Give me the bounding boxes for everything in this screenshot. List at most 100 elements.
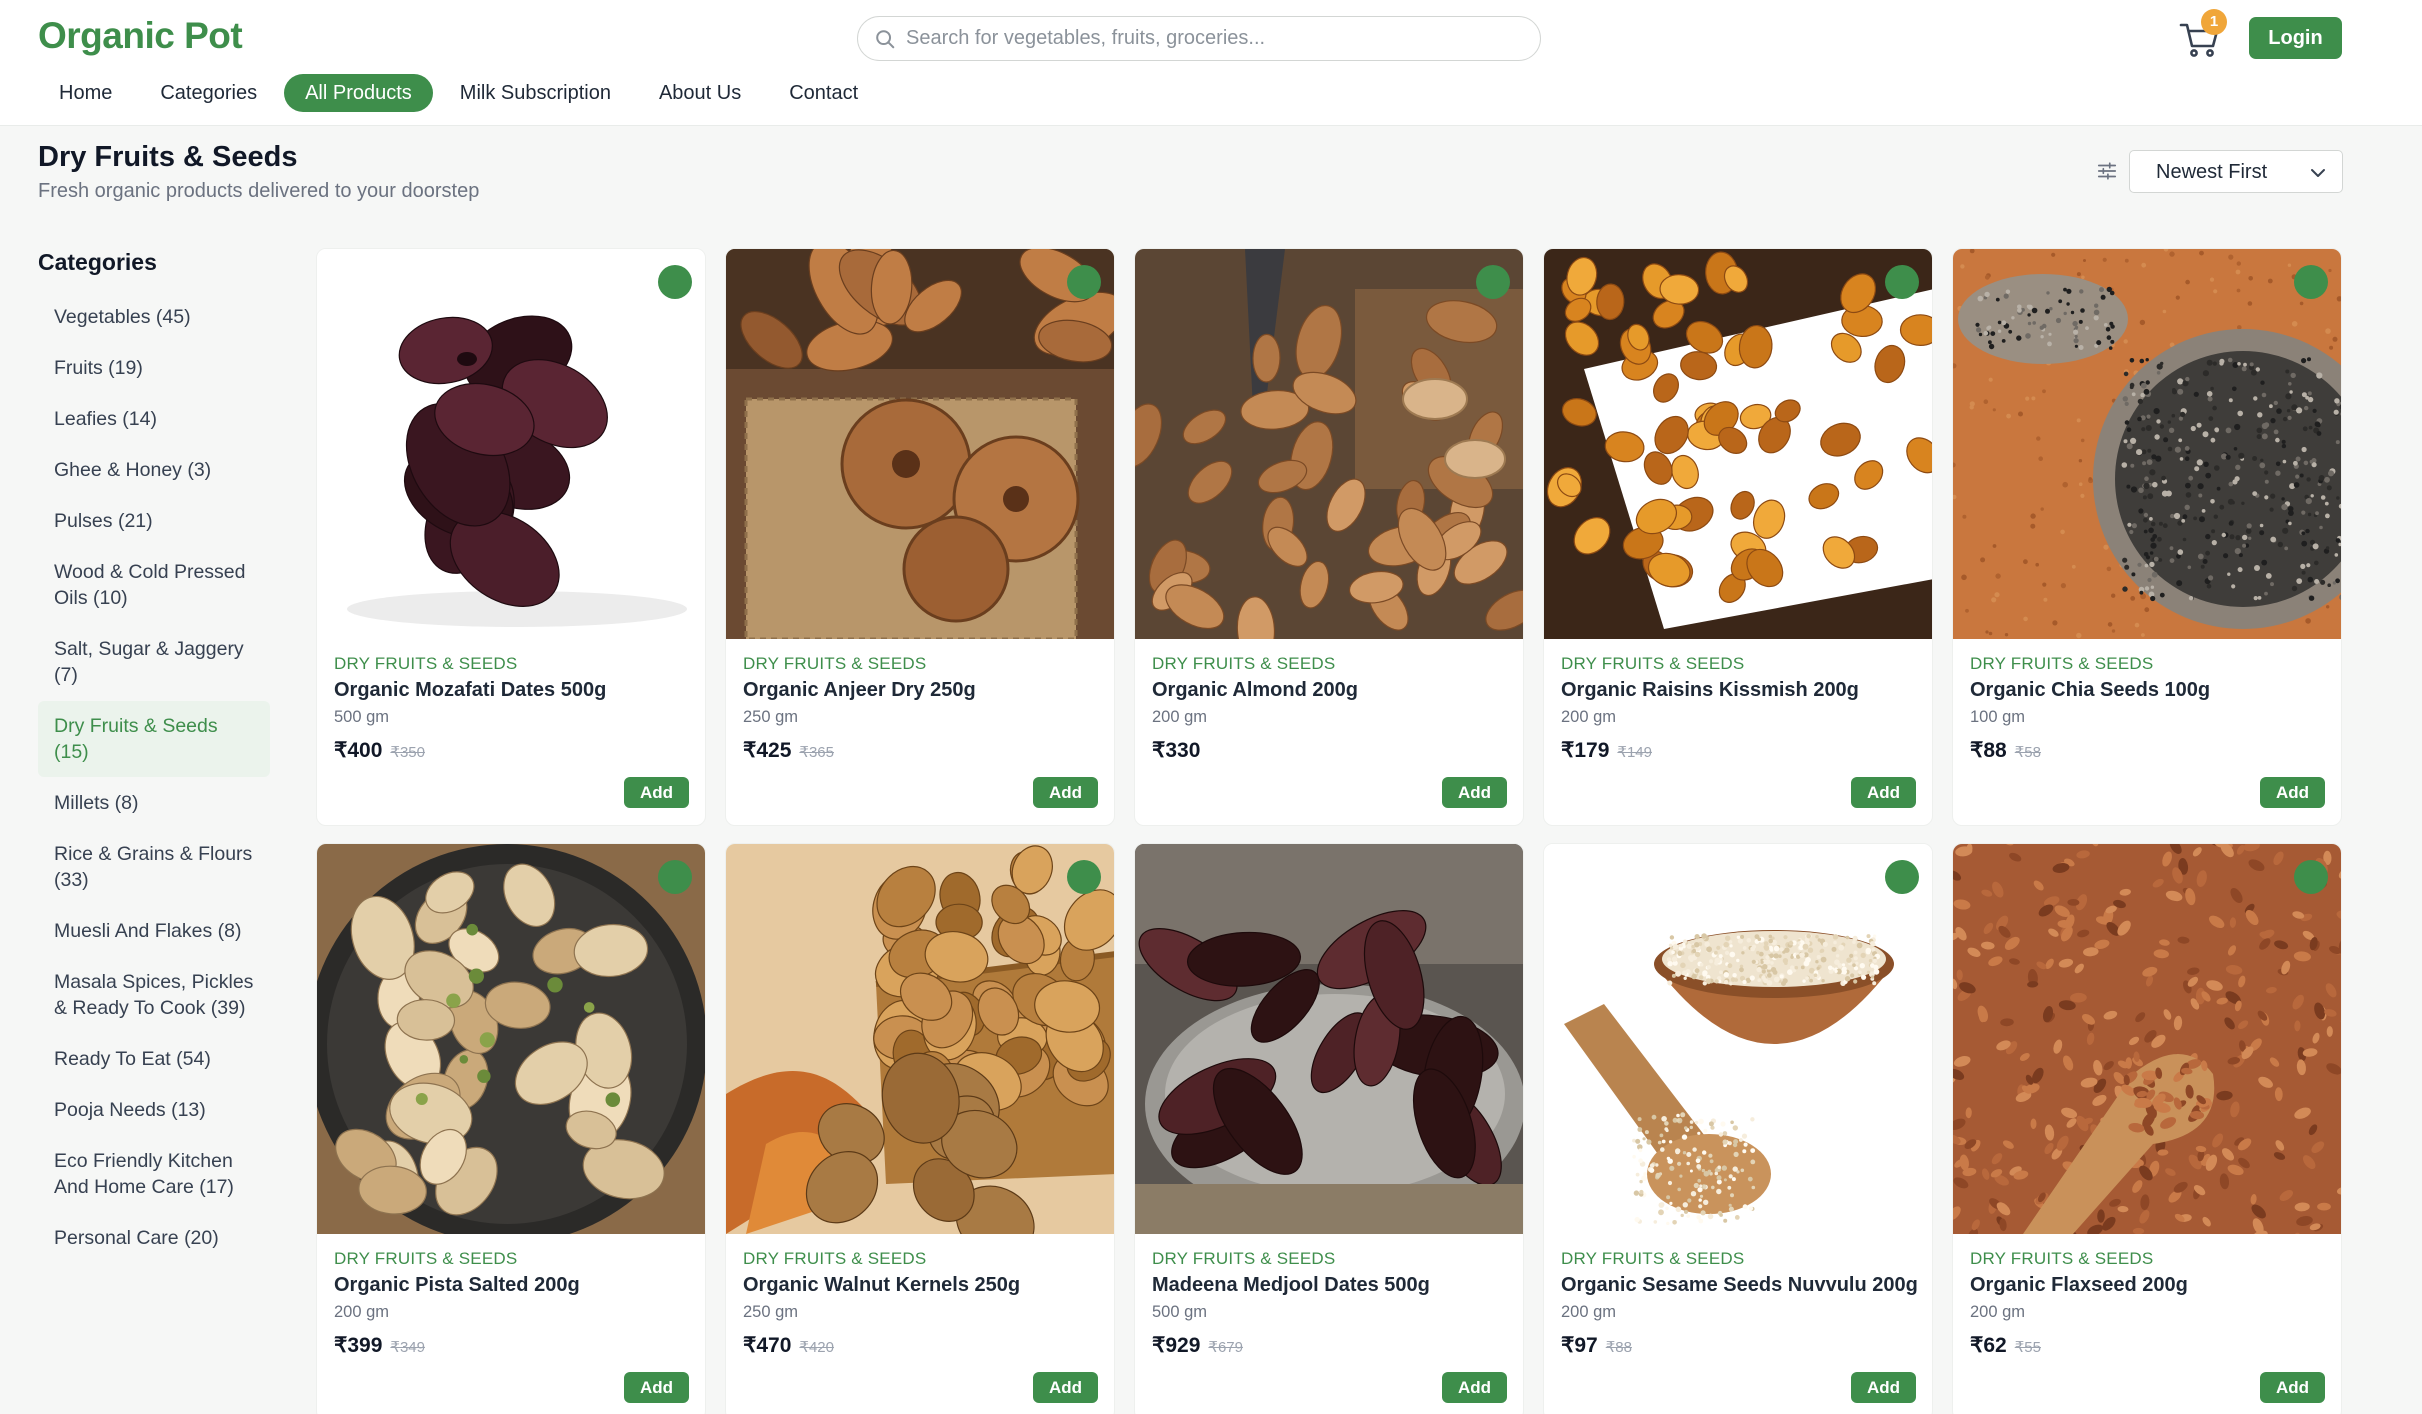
- product-name[interactable]: Organic Mozafati Dates 500g: [334, 679, 606, 702]
- organic-leaf-icon: [1885, 265, 1919, 299]
- sidebar-category-item[interactable]: Pooja Needs (13): [38, 1085, 270, 1135]
- brand-logo[interactable]: Organic Pot: [38, 15, 243, 57]
- add-to-cart-button[interactable]: Add: [1851, 1372, 1916, 1403]
- product-price: ₹470: [743, 1334, 792, 1357]
- product-image[interactable]: [726, 249, 1114, 639]
- sidebar-category-item[interactable]: Pulses (21): [38, 496, 270, 546]
- product-card[interactable]: DRY FRUITS & SEEDS Organic Almond 200g 2…: [1134, 248, 1524, 826]
- product-image[interactable]: [1544, 844, 1932, 1234]
- product-card[interactable]: DRY FRUITS & SEEDS Madeena Medjool Dates…: [1134, 843, 1524, 1414]
- product-image[interactable]: [1953, 844, 2341, 1234]
- nav-home[interactable]: Home: [38, 74, 133, 112]
- sidebar-category-item[interactable]: Muesli And Flakes (8): [38, 906, 270, 956]
- product-card[interactable]: DRY FRUITS & SEEDS Organic Chia Seeds 10…: [1952, 248, 2342, 826]
- product-image[interactable]: [726, 844, 1114, 1234]
- sidebar-category-item[interactable]: Fruits (19): [38, 343, 270, 393]
- sidebar-category-item[interactable]: Salt, Sugar & Jaggery (7): [38, 624, 270, 700]
- product-category: DRY FRUITS & SEEDS: [1561, 1249, 1745, 1268]
- sidebar-category-item[interactable]: Personal Care (20): [38, 1213, 270, 1263]
- sidebar-category-item[interactable]: Millets (8): [38, 778, 270, 828]
- filter-sliders-icon[interactable]: [2096, 160, 2118, 182]
- product-image[interactable]: [317, 844, 705, 1234]
- product-card[interactable]: DRY FRUITS & SEEDS Organic Flaxseed 200g…: [1952, 843, 2342, 1414]
- product-weight: 200 gm: [1561, 1303, 1617, 1321]
- product-card[interactable]: DRY FRUITS & SEEDS Organic Mozafati Date…: [316, 248, 706, 826]
- product-image[interactable]: [1544, 249, 1932, 639]
- sidebar-category-item[interactable]: Dry Fruits & Seeds (15): [38, 701, 270, 777]
- product-name[interactable]: Organic Anjeer Dry 250g: [743, 679, 976, 702]
- chevron-down-icon: [2311, 169, 2325, 177]
- add-to-cart-button[interactable]: Add: [1033, 777, 1098, 808]
- sidebar-category-item[interactable]: Leafies (14): [38, 394, 270, 444]
- sidebar-category-item[interactable]: Masala Spices, Pickles & Ready To Cook (…: [38, 957, 270, 1033]
- product-mrp: ₹679: [1208, 1339, 1243, 1356]
- nav-all-products[interactable]: All Products: [284, 74, 433, 112]
- product-card[interactable]: DRY FRUITS & SEEDS Organic Walnut Kernel…: [725, 843, 1115, 1414]
- top-header: Organic Pot 1 Login Home Categories All …: [0, 0, 2422, 126]
- product-image[interactable]: [1135, 249, 1523, 639]
- product-price: ₹400: [334, 739, 383, 762]
- product-name[interactable]: Organic Pista Salted 200g: [334, 1274, 580, 1297]
- login-button[interactable]: Login: [2249, 17, 2342, 59]
- sidebar-category-item[interactable]: Eco Friendly Kitchen And Home Care (17): [38, 1136, 270, 1212]
- product-name[interactable]: Organic Chia Seeds 100g: [1970, 679, 2210, 702]
- add-to-cart-button[interactable]: Add: [624, 777, 689, 808]
- product-price: ₹179: [1561, 739, 1610, 762]
- add-to-cart-button[interactable]: Add: [1442, 777, 1507, 808]
- cart-count-badge: 1: [2201, 9, 2227, 35]
- product-price-row: ₹330: [1152, 738, 1200, 763]
- organic-leaf-icon: [658, 860, 692, 894]
- product-photo: [1953, 249, 2341, 639]
- product-photo: [726, 249, 1114, 639]
- page-subtitle: Fresh organic products delivered to your…: [38, 180, 480, 202]
- add-to-cart-button[interactable]: Add: [1851, 777, 1916, 808]
- product-card[interactable]: DRY FRUITS & SEEDS Organic Sesame Seeds …: [1543, 843, 1933, 1414]
- search-bar[interactable]: [857, 16, 1541, 61]
- sidebar-category-item[interactable]: Wood & Cold Pressed Oils (10): [38, 547, 270, 623]
- nav-categories[interactable]: Categories: [139, 74, 278, 112]
- product-price: ₹425: [743, 739, 792, 762]
- product-photo: [1135, 249, 1523, 639]
- organic-leaf-icon: [1067, 265, 1101, 299]
- sidebar-category-item[interactable]: Ready To Eat (54): [38, 1034, 270, 1084]
- product-price: ₹88: [1970, 739, 2007, 762]
- add-to-cart-button[interactable]: Add: [1033, 1372, 1098, 1403]
- product-name[interactable]: Organic Almond 200g: [1152, 679, 1358, 702]
- product-price-row: ₹88 ₹58: [1970, 738, 2041, 763]
- product-card[interactable]: DRY FRUITS & SEEDS Organic Pista Salted …: [316, 843, 706, 1414]
- product-card[interactable]: DRY FRUITS & SEEDS Organic Raisins Kissm…: [1543, 248, 1933, 826]
- sidebar-category-item[interactable]: Vegetables (45): [38, 292, 270, 342]
- product-category: DRY FRUITS & SEEDS: [334, 654, 518, 673]
- product-image[interactable]: [1953, 249, 2341, 639]
- product-name[interactable]: Organic Flaxseed 200g: [1970, 1274, 2188, 1297]
- product-name[interactable]: Organic Sesame Seeds Nuvvulu 200g: [1561, 1274, 1918, 1297]
- sort-select[interactable]: Newest First: [2129, 150, 2343, 193]
- nav-milk-subscription[interactable]: Milk Subscription: [439, 74, 632, 112]
- product-name[interactable]: Organic Walnut Kernels 250g: [743, 1274, 1020, 1297]
- product-price-row: ₹399 ₹349: [334, 1333, 425, 1358]
- nav-about-us[interactable]: About Us: [638, 74, 762, 112]
- add-to-cart-button[interactable]: Add: [2260, 777, 2325, 808]
- product-name[interactable]: Madeena Medjool Dates 500g: [1152, 1274, 1430, 1297]
- product-mrp: ₹420: [799, 1339, 834, 1356]
- product-price: ₹62: [1970, 1334, 2007, 1357]
- product-photo: [1953, 844, 2341, 1234]
- nav-contact[interactable]: Contact: [768, 74, 879, 112]
- categories-heading: Categories: [38, 249, 157, 275]
- add-to-cart-button[interactable]: Add: [2260, 1372, 2325, 1403]
- product-image[interactable]: [317, 249, 705, 639]
- add-to-cart-button[interactable]: Add: [1442, 1372, 1507, 1403]
- add-to-cart-button[interactable]: Add: [624, 1372, 689, 1403]
- product-weight: 250 gm: [743, 1303, 799, 1321]
- sidebar-category-item[interactable]: Ghee & Honey (3): [38, 445, 270, 495]
- product-card[interactable]: DRY FRUITS & SEEDS Organic Anjeer Dry 25…: [725, 248, 1115, 826]
- product-mrp: ₹58: [2014, 744, 2041, 761]
- product-name[interactable]: Organic Raisins Kissmish 200g: [1561, 679, 1859, 702]
- sidebar-category-item[interactable]: Rice & Grains & Flours (33): [38, 829, 270, 905]
- product-photo: [317, 844, 705, 1234]
- product-price: ₹97: [1561, 1334, 1598, 1357]
- product-weight: 500 gm: [334, 708, 390, 726]
- product-image[interactable]: [1135, 844, 1523, 1234]
- product-weight: 200 gm: [334, 1303, 390, 1321]
- search-input[interactable]: [906, 17, 1526, 59]
